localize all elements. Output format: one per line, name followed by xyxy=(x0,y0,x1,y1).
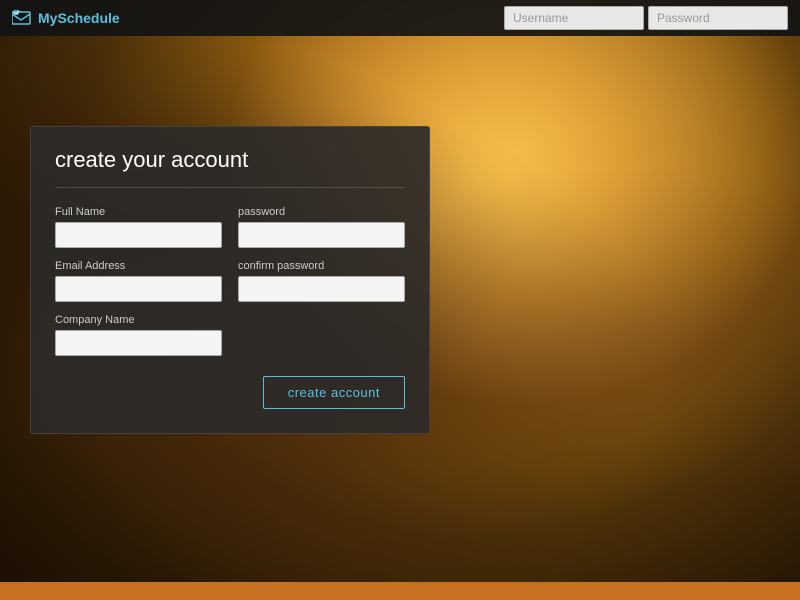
new-password-input[interactable] xyxy=(238,222,405,248)
logo-text: MySchedule xyxy=(38,10,120,26)
create-account-button[interactable]: create account xyxy=(263,376,405,409)
confirm-password-group: confirm password xyxy=(238,260,405,302)
main-content: create your account Full Name password E… xyxy=(0,36,800,582)
logo-icon xyxy=(12,10,32,26)
password-label: password xyxy=(238,206,405,218)
bottom-bar xyxy=(0,582,800,600)
navbar: MySchedule xyxy=(0,0,800,36)
username-input[interactable] xyxy=(504,6,644,30)
navbar-inputs xyxy=(504,6,788,30)
email-label: Email Address xyxy=(55,260,222,272)
email-input[interactable] xyxy=(55,276,222,302)
full-name-label: Full Name xyxy=(55,206,222,218)
confirm-password-label: confirm password xyxy=(238,260,405,272)
form-fields: Full Name password Email Address confirm… xyxy=(55,206,405,356)
full-name-input[interactable] xyxy=(55,222,222,248)
company-label: Company Name xyxy=(55,314,222,326)
full-name-group: Full Name xyxy=(55,206,222,248)
confirm-password-input[interactable] xyxy=(238,276,405,302)
email-group: Email Address xyxy=(55,260,222,302)
password-group: password xyxy=(238,206,405,248)
company-group: Company Name xyxy=(55,314,222,356)
button-row: create account xyxy=(55,376,405,409)
register-card: create your account Full Name password E… xyxy=(30,126,430,434)
logo: MySchedule xyxy=(12,10,120,26)
company-input[interactable] xyxy=(55,330,222,356)
card-title: create your account xyxy=(55,147,405,188)
password-input[interactable] xyxy=(648,6,788,30)
